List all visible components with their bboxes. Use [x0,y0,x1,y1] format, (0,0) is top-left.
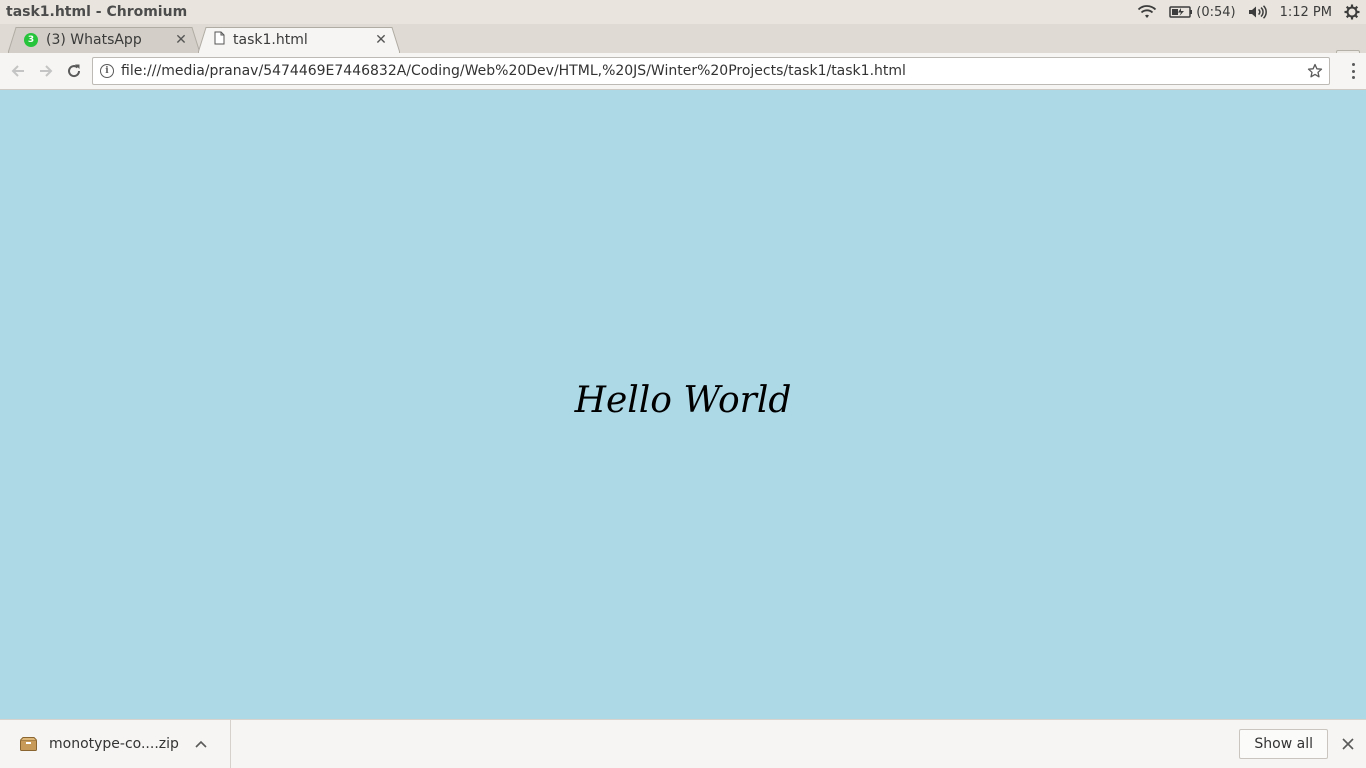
arrow-left-icon [11,65,24,77]
close-icon[interactable]: ✕ [174,32,188,48]
system-tray: (0:54) 1:12 PM [1137,0,1366,24]
url-input[interactable] [121,59,1306,83]
back-button[interactable] [8,61,28,81]
close-icon[interactable] [1340,736,1356,752]
battery-indicator[interactable]: (0:54) [1169,4,1236,20]
address-bar[interactable]: i [92,57,1330,85]
download-file-name: monotype-co....zip [49,736,179,752]
menu-dot [1351,63,1355,66]
reload-button[interactable] [64,61,84,81]
battery-time: (0:54) [1196,4,1236,20]
tab-strip: 3 (3) WhatsApp ✕ task1.html ✕ [0,24,1366,72]
tab-whatsapp[interactable]: 3 (3) WhatsApp ✕ [8,27,200,53]
browser-toolbar: i [0,53,1366,90]
menu-dot [1351,69,1355,73]
download-shelf: monotype-co....zip Show all [0,719,1366,768]
info-icon[interactable]: i [100,64,114,78]
page-viewport: Hello World [0,90,1366,719]
file-icon [214,31,225,49]
show-all-button[interactable]: Show all [1239,729,1328,759]
menu-dot [1351,76,1355,79]
page-heading: Hello World [574,380,792,421]
chevron-up-icon[interactable] [195,738,207,750]
close-icon[interactable]: ✕ [374,32,388,48]
whatsapp-icon: 3 [24,33,38,47]
settings-gear-icon[interactable] [1344,4,1360,20]
download-item[interactable]: monotype-co....zip [0,720,231,768]
package-icon [20,737,37,751]
tab-label: task1.html [233,32,308,48]
arrow-right-icon [40,65,53,77]
whatsapp-badge-count: 3 [27,35,35,45]
tab-content: task1.html ✕ [198,27,400,53]
volume-icon[interactable] [1248,5,1268,19]
battery-icon [1169,6,1193,18]
tab-task1[interactable]: task1.html ✕ [198,27,400,53]
browser-menu-button[interactable] [1350,63,1356,79]
clock[interactable]: 1:12 PM [1280,5,1332,20]
reload-icon [68,64,81,78]
window-title: task1.html - Chromium [6,4,188,20]
window-title-bar: task1.html - Chromium (0:54) 1:12 PM [0,0,1366,24]
tab-content: 3 (3) WhatsApp ✕ [8,27,200,53]
bookmark-star-icon[interactable] [1306,62,1324,80]
tab-label: (3) WhatsApp [46,32,142,48]
wifi-icon[interactable] [1137,5,1157,19]
forward-button[interactable] [36,61,56,81]
